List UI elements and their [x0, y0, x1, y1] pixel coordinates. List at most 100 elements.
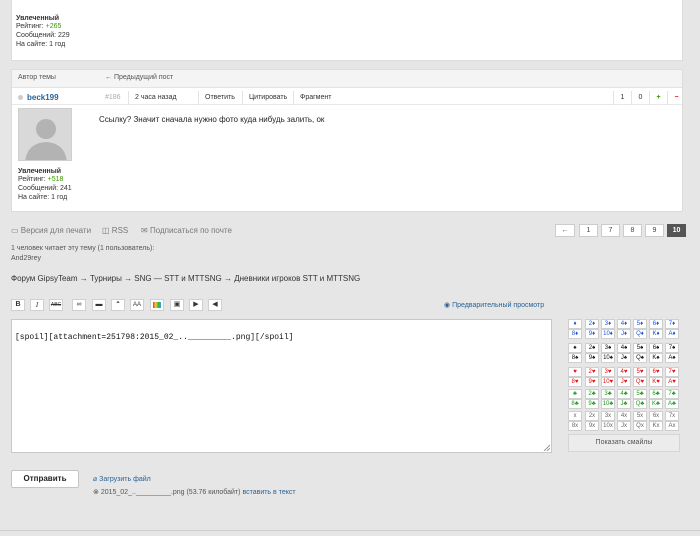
color-button[interactable] — [150, 299, 164, 311]
quote-tag-button[interactable]: “ — [111, 299, 125, 311]
smiley-card[interactable]: 5♠ — [633, 343, 647, 353]
smiley-card[interactable]: J♠ — [617, 353, 631, 363]
username-link[interactable]: beck199 — [27, 93, 59, 102]
fragment-button[interactable]: Фрагмент — [293, 91, 331, 105]
smiley-card[interactable]: Q♥ — [633, 377, 647, 387]
reply-button[interactable]: Ответить — [198, 91, 235, 105]
smiley-card[interactable]: 8♣ — [568, 399, 582, 409]
smiley-card[interactable]: 9x — [585, 421, 599, 431]
smiley-card[interactable]: A♥ — [665, 377, 679, 387]
smiley-card[interactable]: 3♣ — [601, 389, 615, 399]
reader-username[interactable]: And29rey — [11, 254, 154, 264]
print-version-link[interactable]: ▭ Версия для печати — [11, 226, 91, 235]
smiley-card[interactable]: 9♠ — [585, 353, 599, 363]
vote-plus-button[interactable]: + — [649, 91, 667, 105]
smiley-card[interactable]: 5♦ — [633, 319, 647, 329]
smiley-card[interactable]: x — [568, 411, 582, 421]
smiley-card[interactable]: Ax — [665, 421, 679, 431]
smiley-card[interactable]: 5♣ — [633, 389, 647, 399]
smiley-card[interactable]: ♦ — [568, 319, 582, 329]
smiley-card[interactable]: 7♠ — [665, 343, 679, 353]
font-size-button[interactable]: AA — [130, 299, 144, 311]
remove-attachment-icon[interactable]: ⊗ — [93, 489, 99, 496]
smiley-card[interactable]: K♦ — [649, 329, 663, 339]
smiley-card[interactable]: Kx — [649, 421, 663, 431]
smiley-card[interactable]: 8♥ — [568, 377, 582, 387]
smiley-card[interactable]: 4♦ — [617, 319, 631, 329]
rss-link[interactable]: ◫ RSS — [102, 226, 128, 235]
post-number[interactable]: #186 — [105, 94, 121, 101]
breadcrumb[interactable]: Форум GipsyTeam → Турниры → SNG — STT и … — [11, 274, 360, 283]
smiley-card[interactable]: 9♦ — [585, 329, 599, 339]
smiley-card[interactable]: 4♥ — [617, 367, 631, 377]
insert-attachment-link[interactable]: вставить в текст — [242, 489, 295, 496]
send-button[interactable]: Отправить — [11, 470, 79, 488]
pager-page[interactable]: 9 — [645, 224, 664, 237]
smiley-card[interactable]: 3x — [601, 411, 615, 421]
smiley-card[interactable]: 10♣ — [601, 399, 615, 409]
audio-button[interactable]: ◀ — [208, 299, 222, 311]
smiley-card[interactable]: 7♥ — [665, 367, 679, 377]
smiley-card[interactable]: 7x — [665, 411, 679, 421]
smiley-card[interactable]: 7♣ — [665, 389, 679, 399]
video-button[interactable]: ▶ — [189, 299, 203, 311]
smiley-card[interactable]: ♥ — [568, 367, 582, 377]
smiley-card[interactable]: Qx — [633, 421, 647, 431]
link-button[interactable]: ∞ — [72, 299, 86, 311]
smiley-card[interactable]: A♣ — [665, 399, 679, 409]
previous-post-link[interactable]: ← Предыдущий пост — [105, 74, 173, 81]
image-button[interactable]: ▣ — [170, 299, 184, 311]
smiley-card[interactable]: 6♠ — [649, 343, 663, 353]
smiley-card[interactable]: 10♥ — [601, 377, 615, 387]
smiley-card[interactable]: 5♥ — [633, 367, 647, 377]
smiley-card[interactable]: 2♠ — [585, 343, 599, 353]
smiley-card[interactable]: A♦ — [665, 329, 679, 339]
smiley-card[interactable]: 6♥ — [649, 367, 663, 377]
smiley-card[interactable]: Q♦ — [633, 329, 647, 339]
spoiler-button[interactable]: ▬ — [92, 299, 106, 311]
smiley-card[interactable]: 2♣ — [585, 389, 599, 399]
post-time[interactable]: 2 часа назад — [128, 91, 177, 105]
italic-button[interactable]: I — [30, 299, 44, 311]
smiley-card[interactable]: ♣ — [568, 389, 582, 399]
subscribe-email-link[interactable]: ✉ Подписаться по почте — [141, 226, 232, 235]
smiley-card[interactable]: A♠ — [665, 353, 679, 363]
smiley-card[interactable]: 10♦ — [601, 329, 615, 339]
smiley-card[interactable]: Q♠ — [633, 353, 647, 363]
pager-prev-button[interactable]: ← — [555, 224, 575, 237]
smiley-card[interactable]: Q♣ — [633, 399, 647, 409]
smiley-card[interactable]: 9♣ — [585, 399, 599, 409]
smiley-card[interactable]: J♦ — [617, 329, 631, 339]
smiley-card[interactable]: 2x — [585, 411, 599, 421]
smiley-card[interactable]: 6x — [649, 411, 663, 421]
upload-file-link[interactable]: ⌀ Загрузить файл — [93, 475, 151, 483]
smiley-card[interactable]: ♠ — [568, 343, 582, 353]
smiley-card[interactable]: K♣ — [649, 399, 663, 409]
smiley-card[interactable]: 3♥ — [601, 367, 615, 377]
smiley-card[interactable]: 9♥ — [585, 377, 599, 387]
smiley-card[interactable]: 3♠ — [601, 343, 615, 353]
strike-button[interactable]: ABC — [49, 299, 63, 311]
smiley-card[interactable]: Jx — [617, 421, 631, 431]
preview-link[interactable]: ◉ Предварительный просмотр — [444, 301, 544, 309]
smiley-card[interactable]: 8♦ — [568, 329, 582, 339]
resize-handle-icon[interactable] — [543, 444, 550, 451]
message-textarea[interactable]: [spoil][attachment=251798:2015_02_..____… — [11, 319, 552, 453]
avatar[interactable] — [18, 108, 72, 161]
smiley-card[interactable]: K♠ — [649, 353, 663, 363]
smiley-card[interactable]: K♥ — [649, 377, 663, 387]
smiley-card[interactable]: 2♥ — [585, 367, 599, 377]
pager-page[interactable]: 8 — [623, 224, 642, 237]
smiley-card[interactable]: 10x — [601, 421, 615, 431]
vote-minus-button[interactable]: − — [667, 91, 685, 105]
smiley-card[interactable]: 5x — [633, 411, 647, 421]
smiley-card[interactable]: 7♦ — [665, 319, 679, 329]
pager-page[interactable]: 7 — [601, 224, 620, 237]
smiley-card[interactable]: 3♦ — [601, 319, 615, 329]
smiley-card[interactable]: 8♠ — [568, 353, 582, 363]
smiley-card[interactable]: J♥ — [617, 377, 631, 387]
smiley-card[interactable]: 4♣ — [617, 389, 631, 399]
smiley-card[interactable]: J♣ — [617, 399, 631, 409]
smiley-card[interactable]: 4x — [617, 411, 631, 421]
smiley-card[interactable]: 6♣ — [649, 389, 663, 399]
